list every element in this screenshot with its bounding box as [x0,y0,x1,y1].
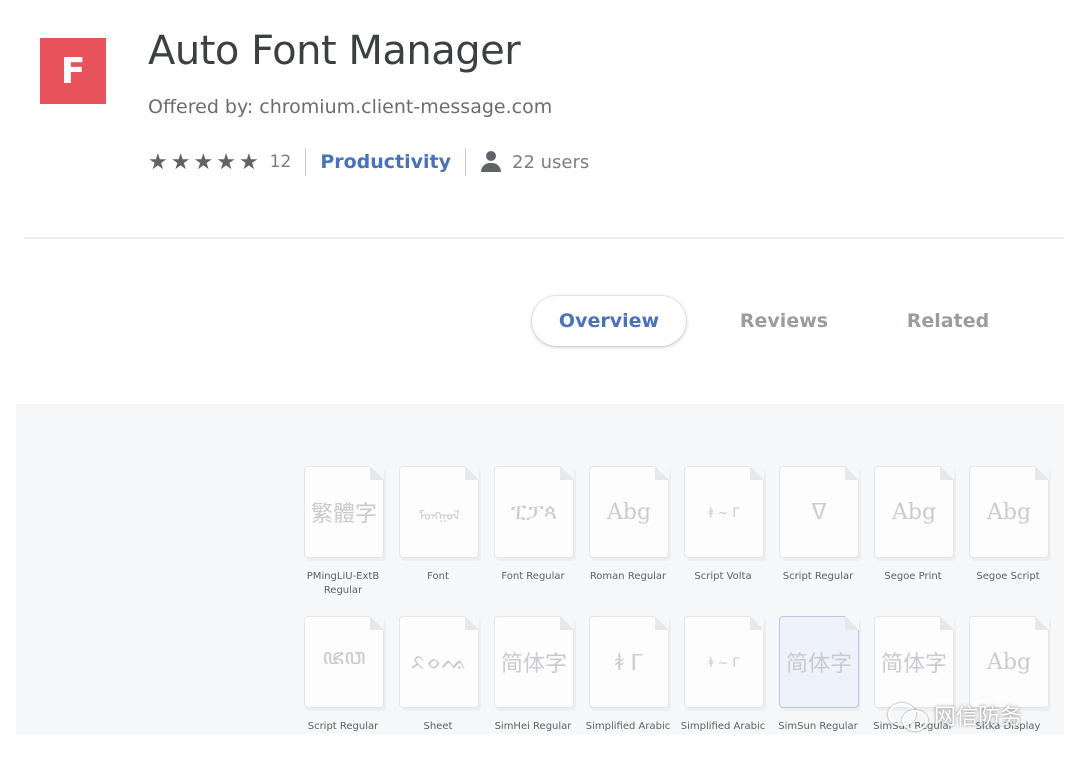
font-tile[interactable]: Abg [969,616,1049,708]
font-name: Sheet [423,721,453,732]
font-preview: Abg [986,649,1032,675]
font-preview: Abg [891,499,937,525]
watermark-text: 网信防务 [934,705,1023,730]
tab-overview[interactable]: Overview [532,296,686,346]
font-name: Script Regular [307,721,379,732]
font-preview: ፒፓጳ [510,499,558,525]
font-preview: ꬸ ~ ᒥ [708,506,740,521]
font-tile[interactable]: ꦗꦮ [304,616,384,708]
font-tile[interactable]: Abg [874,466,954,558]
extension-logo: F [40,38,106,104]
star-icon: ★ [216,149,237,175]
font-tile[interactable]: ᐁ [779,466,859,558]
font-preview: ꬸ ~ ᒥ [708,656,740,671]
font-preview: ꬸ ᒥ [615,651,643,676]
font-tile[interactable]: ᠮᠣᠩᠭᠣᠯ [399,466,479,558]
font-tile[interactable]: Abg [589,466,669,558]
font-preview: 繁體字 [310,502,377,527]
header-divider [24,237,1064,239]
font-name: PMingLiU-ExtB Regular [306,571,380,596]
star-icon: ★ [193,149,215,175]
extension-title: Auto Font Manager [148,28,521,74]
font-preview: 简体字 [785,652,852,677]
font-name: Script Regular [782,571,854,582]
font-name: Roman Regular [589,571,667,582]
font-preview: ᨅᨔᨕ [410,649,468,675]
font-name: Script Volta [694,571,752,582]
users-count: 22 users [512,151,590,173]
font-tile[interactable]: ꬸ ᒥ [589,616,669,708]
font-name: SimSun Regular [778,721,858,732]
offered-by: Offered by: chromium.client-message.com [148,96,553,118]
font-name: Font [427,571,449,582]
font-name: Simplified Arabic [680,721,766,732]
font-preview: ᠮᠣᠩᠭᠣᠯ [418,508,460,524]
font-preview: Abg [986,499,1032,525]
tab-bar: Overview Reviews Related [0,296,1080,348]
font-tile[interactable]: 简体字 [494,616,574,708]
font-preview: Abg [606,499,652,525]
watermark: 网信防务 [888,700,1023,731]
font-tile[interactable]: ꬸ ~ ᒥ [684,466,764,558]
font-name: Segoe Script [976,571,1040,582]
font-tile[interactable]: Abg [969,466,1049,558]
font-preview: ꦗꦮ [322,644,366,670]
wechat-icon [888,701,928,731]
star-icon: ★ [170,149,192,175]
font-name: Segoe Print [884,571,942,582]
font-tile[interactable]: ᨅᨔᨕ [399,616,479,708]
rating-count[interactable]: 12 [270,152,292,172]
category-link[interactable]: Productivity [320,151,451,173]
font-name: Simplified Arabic [585,721,671,732]
font-name: SimHei Regular [494,721,572,732]
font-tile[interactable]: ꬸ ~ ᒥ [684,616,764,708]
rating-stars[interactable]: ★ ★ ★ ★ ★ [148,150,260,175]
star-icon: ★ [148,149,169,175]
user-icon [480,150,502,174]
screenshot-gallery[interactable]: 繁體字 PMingLiU-ExtB Regular ᠮᠣᠩᠭᠣᠯ Font ፒፓጳ Fon… [16,404,1064,734]
star-icon: ★ [238,149,260,175]
tab-related[interactable]: Related [884,296,1012,346]
font-name: Font Regular [501,571,565,582]
font-tile[interactable]: ፒፓጳ [494,466,574,558]
meta-row: ★ ★ ★ ★ ★ 12 Productivity 22 users [148,146,589,178]
divider [305,148,307,176]
font-preview: 简体字 [500,652,567,677]
divider [465,148,467,176]
font-preview: ᐁ [811,499,827,525]
font-tile[interactable]: 简体字 [874,616,954,708]
font-tile[interactable]: 繁體字 [304,466,384,558]
tab-reviews[interactable]: Reviews [718,296,850,346]
font-tile[interactable]: 简体字 [779,616,859,708]
font-preview: 简体字 [880,652,947,677]
